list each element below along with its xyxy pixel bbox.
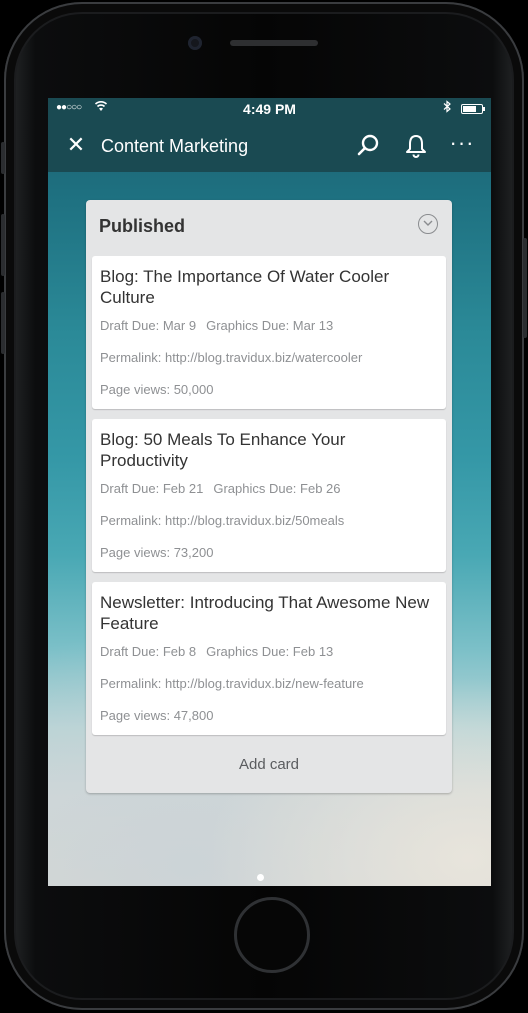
notifications-button[interactable] <box>402 132 430 160</box>
card-title: Blog: 50 Meals To Enhance Your Productiv… <box>100 430 346 470</box>
chevron-down-icon <box>423 220 433 226</box>
card[interactable]: Blog: 50 Meals To Enhance Your Productiv… <box>92 419 446 572</box>
more-button[interactable]: ··· <box>448 132 476 160</box>
front-camera <box>188 36 202 50</box>
card-permalink: Permalink: http://blog.travidux.biz/50me… <box>100 513 345 528</box>
add-card-button[interactable]: Add card <box>86 756 452 773</box>
card[interactable]: Newsletter: Introducing That Awesome New… <box>92 582 446 735</box>
list-title: Published <box>99 216 186 236</box>
list-menu-button[interactable] <box>418 214 438 234</box>
card-title: Newsletter: Introducing That Awesome New… <box>100 593 430 633</box>
graphics-due: Graphics Due: Feb 26 <box>213 481 341 496</box>
power-button <box>523 238 527 338</box>
page-indicator-dot <box>257 874 264 881</box>
battery-level <box>463 106 476 112</box>
card-page-views: Page views: 73,200 <box>100 545 214 560</box>
draft-due: Draft Due: Feb 21 <box>100 481 204 496</box>
status-time: 4:49 PM <box>243 101 296 117</box>
mute-switch <box>1 142 5 174</box>
close-icon: ✕ <box>66 132 86 157</box>
search-icon <box>357 134 379 156</box>
app-screen: ●●○○○ 4:49 PM ✕ Content Marketing ··· Pu… <box>48 98 491 886</box>
graphics-due: Graphics Due: Mar 13 <box>206 318 334 333</box>
more-icon: ··· <box>449 130 475 155</box>
bluetooth-icon <box>443 100 451 116</box>
draft-due: Draft Due: Mar 9 <box>100 318 197 333</box>
board-header: ✕ Content Marketing ··· <box>48 120 491 172</box>
bell-icon <box>406 135 426 158</box>
card-due-dates: Draft Due: Mar 9 Graphics Due: Mar 13 <box>100 318 333 333</box>
card[interactable]: Blog: The Importance Of Water Cooler Cul… <box>92 256 446 409</box>
volume-down-button <box>1 292 5 354</box>
volume-up-button <box>1 214 5 276</box>
card-page-views: Page views: 50,000 <box>100 382 214 397</box>
card-permalink: Permalink: http://blog.travidux.biz/wate… <box>100 350 363 365</box>
home-button[interactable] <box>234 897 310 973</box>
card-title: Blog: The Importance Of Water Cooler Cul… <box>100 267 390 307</box>
card-due-dates: Draft Due: Feb 8 Graphics Due: Feb 13 <box>100 644 333 659</box>
board-title: Content Marketing <box>101 136 249 156</box>
search-button[interactable] <box>354 132 382 160</box>
close-button[interactable]: ✕ <box>64 133 88 157</box>
status-bar: ●●○○○ 4:49 PM <box>48 98 491 120</box>
graphics-due: Graphics Due: Feb 13 <box>206 644 334 659</box>
card-due-dates: Draft Due: Feb 21 Graphics Due: Feb 26 <box>100 481 341 496</box>
battery-icon <box>461 104 485 114</box>
card-page-views: Page views: 47,800 <box>100 708 214 723</box>
card-permalink: Permalink: http://blog.travidux.biz/new-… <box>100 676 364 691</box>
draft-due: Draft Due: Feb 8 <box>100 644 197 659</box>
list-published: Published Blog: The Importance Of Water … <box>86 200 452 793</box>
earpiece-speaker <box>230 40 318 46</box>
